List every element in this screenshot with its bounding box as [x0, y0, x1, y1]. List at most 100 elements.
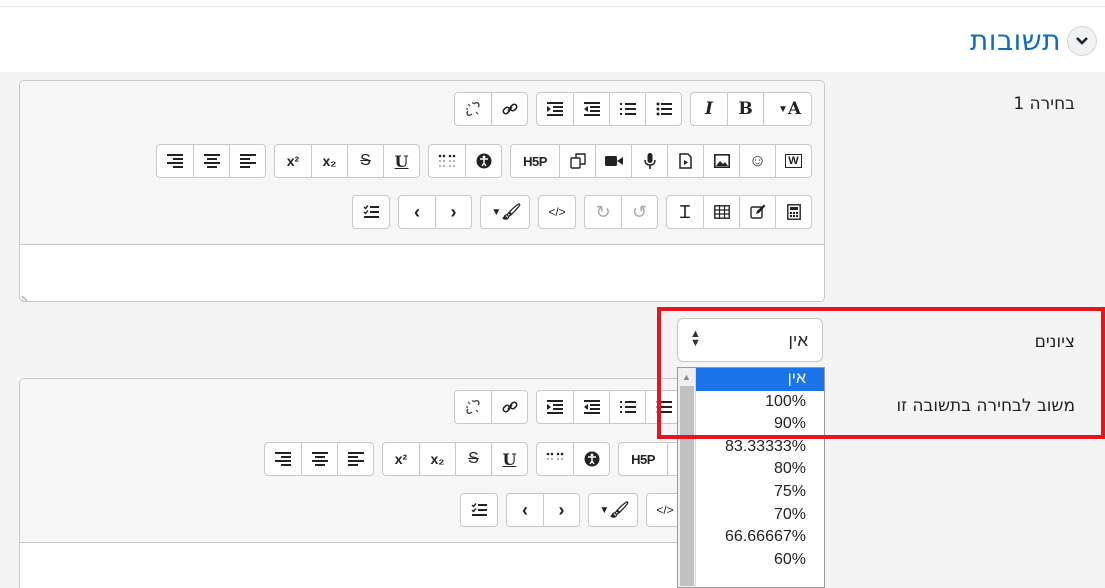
align-center-button[interactable]	[193, 145, 229, 177]
superscript-icon: x²	[286, 153, 300, 169]
feedback-link-button[interactable]	[491, 391, 527, 423]
feedback-ltr-button[interactable]: ‹	[507, 494, 543, 526]
edit-icon	[749, 204, 765, 219]
dropdown-option[interactable]: 100%	[678, 391, 824, 414]
image-button[interactable]	[703, 145, 739, 177]
underline-icon: U	[502, 449, 517, 469]
subscript-button[interactable]: x₂	[311, 145, 347, 177]
underline-button[interactable]: U	[383, 145, 419, 177]
calculator-icon	[786, 204, 801, 220]
align-right-button[interactable]	[157, 145, 193, 177]
chevron-right-icon: ›	[558, 499, 565, 520]
screenreader-helper-button[interactable]	[429, 145, 465, 177]
feedback-indent-button[interactable]	[537, 391, 573, 423]
media-button[interactable]	[667, 145, 703, 177]
record-audio-button[interactable]	[631, 145, 667, 177]
table-button[interactable]	[703, 196, 739, 228]
feedback-align-center-button[interactable]	[301, 443, 337, 475]
feedback-accessibility-group	[536, 442, 610, 476]
feedback-label: משוב לבחירה בתשובה זו	[896, 396, 1076, 416]
h5p-icon: H5P	[631, 451, 655, 467]
top-divider	[0, 6, 1105, 7]
paintbrush-icon: 🖌	[501, 204, 522, 221]
code-group: </>	[538, 195, 576, 229]
toolbar-row-3: Ɪ ↺ ↻ </> ▼ 🖌 › ‹	[352, 195, 812, 229]
record-video-button[interactable]	[595, 145, 631, 177]
collapse-toggle[interactable]	[1067, 25, 1097, 56]
clear-formatting-button[interactable]: ▼ 🖌	[481, 196, 529, 228]
scrollbar-thumb[interactable]	[680, 386, 694, 586]
ltr-button[interactable]: ‹	[399, 196, 435, 228]
feedback-clear-formatting-button[interactable]: ▼ 🖌	[589, 494, 637, 526]
edit-button[interactable]	[739, 196, 775, 228]
outdent-button[interactable]	[573, 93, 609, 125]
copy-button[interactable]	[559, 145, 595, 177]
feedback-align-left-button[interactable]	[337, 443, 373, 475]
align-left-button[interactable]	[229, 145, 265, 177]
video-camera-icon	[604, 156, 623, 166]
font-color-button[interactable]: ▼ A	[763, 93, 811, 125]
feedback-unordered-list-button[interactable]	[645, 391, 681, 423]
html-code-button[interactable]: </>	[539, 196, 575, 228]
text-cursor-icon: Ɪ	[679, 202, 690, 222]
strikethrough-icon: S	[468, 450, 479, 467]
feedback-h5p-button[interactable]: H5P	[619, 443, 667, 475]
italic-button[interactable]: I	[691, 93, 727, 125]
feedback-screenreader-helper-button[interactable]	[537, 443, 573, 475]
h5p-icon: H5P	[523, 153, 547, 169]
strikethrough-button[interactable]: S	[347, 145, 383, 177]
dropdown-option[interactable]: 66.66667%	[678, 526, 824, 549]
word-import-button[interactable]: W	[775, 145, 811, 177]
dropdown-scrollbar[interactable]: ▲	[678, 368, 696, 587]
feedback-unlink-button[interactable]	[455, 391, 491, 423]
feedback-align-right-button[interactable]	[265, 443, 301, 475]
unordered-list-button[interactable]	[645, 93, 681, 125]
unordered-list-icon	[656, 102, 672, 116]
toolbar-row-1: ▼ A B I	[454, 92, 812, 126]
feedback-checklist-button[interactable]	[461, 494, 497, 526]
feedback-strikethrough-button[interactable]: S	[455, 443, 491, 475]
unlink-button[interactable]	[455, 93, 491, 125]
scroll-up-icon[interactable]: ▲	[682, 372, 691, 382]
grade-dropdown-list[interactable]: ▲ אין 100% 90% 83.33333% 80% 75% 70% 66.66667% 6…	[677, 367, 825, 588]
resize-grip-icon[interactable]	[21, 292, 33, 302]
calculator-button[interactable]	[775, 196, 811, 228]
feedback-superscript-button[interactable]: x²	[383, 443, 419, 475]
feedback-rtl-button[interactable]: ›	[543, 494, 579, 526]
feedback-outdent-button[interactable]	[573, 391, 609, 423]
superscript-button[interactable]: x²	[275, 145, 311, 177]
table-icon	[713, 205, 730, 219]
section-title[interactable]: תשובות	[970, 24, 1061, 57]
dropdown-option[interactable]: 70%	[678, 504, 824, 527]
redo-button[interactable]: ↻	[585, 196, 621, 228]
dropdown-option[interactable]: 83.33333%	[678, 436, 824, 459]
emoji-button[interactable]: ☺	[739, 145, 775, 177]
feedback-accessibility-checker-button[interactable]	[573, 443, 609, 475]
grade-select[interactable]: אין ▲ ▼	[677, 318, 823, 362]
choice-editor-content[interactable]	[20, 245, 824, 302]
dropdown-option[interactable]: 90%	[678, 413, 824, 436]
checklist-icon	[363, 205, 379, 218]
feedback-subscript-button[interactable]: x₂	[419, 443, 455, 475]
rtl-button[interactable]: ›	[435, 196, 471, 228]
checklist-button[interactable]	[353, 196, 389, 228]
accessibility-checker-button[interactable]	[465, 145, 501, 177]
align-left-icon	[239, 154, 256, 168]
link-button[interactable]	[491, 93, 527, 125]
dropdown-option[interactable]: 60%	[678, 549, 824, 572]
indent-button[interactable]	[537, 93, 573, 125]
ordered-list-button[interactable]	[609, 93, 645, 125]
bold-button[interactable]: B	[727, 93, 763, 125]
dropdown-option[interactable]: 80%	[678, 458, 824, 481]
list-group	[536, 92, 682, 126]
feedback-list-group	[536, 390, 682, 424]
feedback-underline-button[interactable]: U	[491, 443, 527, 475]
text-cursor-button[interactable]: Ɪ	[667, 196, 703, 228]
dropdown-option[interactable]: אין	[678, 368, 824, 391]
dropdown-option[interactable]: 75%	[678, 481, 824, 504]
h5p-button[interactable]: H5P	[511, 145, 559, 177]
feedback-ordered-list-button[interactable]	[609, 391, 645, 423]
undo-button[interactable]: ↺	[621, 196, 657, 228]
chevron-left-icon: ‹	[414, 201, 420, 222]
choice-label: בחירה 1	[1013, 94, 1075, 114]
